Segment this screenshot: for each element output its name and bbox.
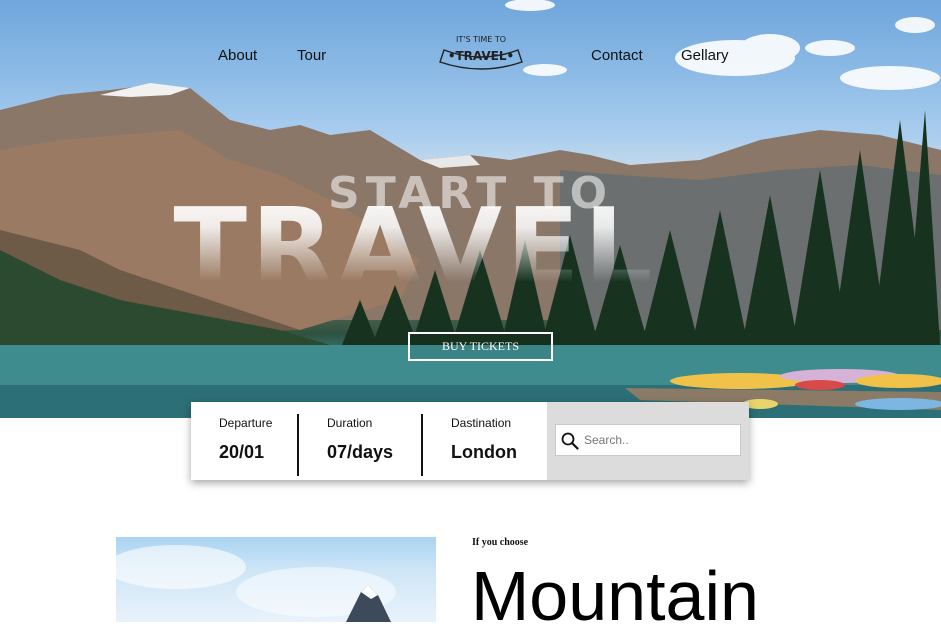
- mountain-photo: [116, 537, 436, 622]
- nav-about[interactable]: About: [218, 47, 257, 64]
- search-input[interactable]: Search..: [555, 424, 741, 456]
- nav-contact[interactable]: Contact: [591, 47, 643, 64]
- duration-label: Duration: [327, 416, 373, 430]
- departure-label: Departure: [219, 416, 273, 430]
- destination-value: London: [451, 442, 517, 462]
- hero-headline-line2: TRAVEL: [0, 190, 830, 282]
- logo-top-text: IT'S TIME TO: [456, 35, 506, 44]
- logo-main-text: •TRAVEL•: [448, 49, 514, 63]
- destination-label: Dastination: [451, 416, 512, 430]
- hero-banner: About Tour IT'S TIME TO •TRAVEL• Contact…: [0, 0, 941, 418]
- destination-field[interactable]: Dastination London: [423, 402, 547, 480]
- travel-logo[interactable]: IT'S TIME TO •TRAVEL•: [438, 28, 524, 76]
- nav-tour[interactable]: Tour: [297, 47, 326, 64]
- section-title: Mountain: [471, 557, 759, 635]
- departure-value: 20/01: [219, 442, 265, 462]
- booking-bar: Departure 20/01 Duration 07/days Dastina…: [191, 402, 749, 480]
- search-icon[interactable]: [561, 432, 579, 450]
- section-kicker: If you choose: [472, 537, 529, 548]
- buy-tickets-button[interactable]: BUY TICKETS: [408, 332, 553, 361]
- nav-gallery[interactable]: Gellary: [681, 47, 729, 64]
- search-container: Search..: [547, 402, 749, 480]
- duration-value: 07/days: [327, 442, 394, 462]
- duration-field[interactable]: Duration 07/days: [299, 402, 421, 480]
- departure-field[interactable]: Departure 20/01: [191, 402, 297, 480]
